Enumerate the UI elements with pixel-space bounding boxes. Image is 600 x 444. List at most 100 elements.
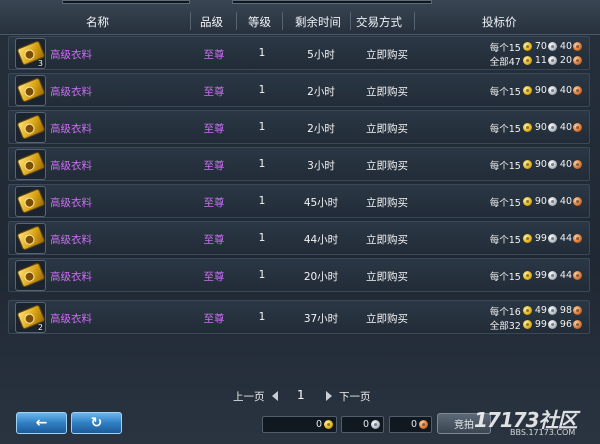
prev-page-link[interactable]: 上一页 — [233, 389, 265, 404]
top-tab-right[interactable] — [232, 0, 432, 4]
table-header: 名称 品级 等级 剩余时间 交易方式 投标价 — [0, 0, 600, 35]
item-time-left: 20小时 — [303, 271, 339, 283]
copper-input[interactable]: 0 — [389, 416, 432, 433]
item-level: 1 — [258, 195, 266, 207]
copper-coin-icon — [573, 271, 582, 280]
copper-coin-icon — [573, 160, 582, 169]
table-row[interactable]: 高级衣料 至尊 1 3小时 立即购买 每个15 90 40 — [8, 147, 590, 181]
price-per-unit: 每个15 90 40 — [490, 84, 585, 98]
silver-coin-icon — [547, 56, 557, 65]
table-row[interactable]: 高级衣料 至尊 1 20小时 立即购买 每个15 99 44 — [8, 258, 590, 292]
header-bid-price[interactable]: 投标价 — [482, 14, 517, 30]
header-divider — [350, 12, 351, 30]
gold-input[interactable]: 0 — [262, 416, 337, 433]
table-row[interactable]: 高级衣料 至尊 1 2小时 立即购买 每个15 90 40 — [8, 73, 590, 107]
arrow-right-icon[interactable] — [326, 391, 332, 401]
copper-coin-icon — [573, 42, 582, 51]
item-name: 高级衣料 — [50, 86, 92, 98]
table-row[interactable]: 3 高级衣料 至尊 1 5小时 立即购买 每个15 70 40 全部47 11 … — [8, 36, 590, 70]
copper-coin-icon — [573, 320, 582, 329]
item-slot[interactable] — [15, 223, 46, 254]
price-total: 全部47 11 20 — [490, 54, 585, 68]
table-row[interactable]: 2 高级衣料 至尊 1 37小时 立即购买 每个16 49 98 全部32 99… — [8, 300, 590, 334]
price-per-unit: 每个15 90 40 — [490, 158, 585, 172]
item-level: 1 — [258, 121, 266, 133]
top-tab-left[interactable] — [62, 0, 190, 4]
price-block: 每个15 90 40 — [445, 185, 585, 219]
item-trade-mode: 立即购买 — [366, 123, 408, 135]
item-level: 1 — [258, 232, 266, 244]
item-level: 1 — [258, 269, 266, 281]
pagination: 上一页 1 下一页 — [0, 388, 600, 405]
header-time-left[interactable]: 剩余时间 — [295, 14, 341, 30]
table-row[interactable]: 高级衣料 至尊 1 45小时 立即购买 每个15 90 40 — [8, 184, 590, 218]
refresh-icon: ↻ — [90, 415, 103, 431]
item-slot[interactable] — [15, 260, 46, 291]
item-level: 1 — [258, 158, 266, 170]
next-page-link[interactable]: 下一页 — [339, 389, 371, 404]
copper-coin-icon — [573, 306, 582, 315]
item-level: 1 — [258, 311, 266, 323]
copper-coin-icon — [573, 197, 582, 206]
price-block: 每个15 90 40 — [445, 111, 585, 145]
item-level: 1 — [258, 47, 266, 59]
silver-input[interactable]: 0 — [341, 416, 384, 433]
item-quality: 至尊 — [203, 313, 225, 325]
item-slot[interactable]: 3 — [15, 38, 46, 69]
price-per-unit: 每个16 49 98 — [490, 304, 585, 318]
item-trade-mode: 立即购买 — [366, 271, 408, 283]
copper-coin-icon — [573, 86, 582, 95]
auction-panel: 名称 品级 等级 剩余时间 交易方式 投标价 3 高级衣料 至尊 1 5小时 立… — [0, 0, 600, 444]
table-row[interactable]: 高级衣料 至尊 1 2小时 立即购买 每个15 90 40 — [8, 110, 590, 144]
silver-coin-icon — [547, 42, 557, 51]
gold-coin-icon — [522, 271, 532, 280]
header-level[interactable]: 等级 — [248, 14, 271, 30]
item-trade-mode: 立即购买 — [366, 86, 408, 98]
item-slot[interactable] — [15, 112, 46, 143]
item-name: 高级衣料 — [50, 160, 92, 172]
item-quality: 至尊 — [203, 197, 225, 209]
price-block: 每个15 99 44 — [445, 222, 585, 256]
item-time-left: 2小时 — [307, 123, 335, 135]
item-name: 高级衣料 — [50, 49, 92, 61]
back-button[interactable]: ← — [16, 412, 67, 434]
gold-coin-icon — [522, 56, 532, 65]
price-per-unit: 每个15 90 40 — [490, 121, 585, 135]
gold-coin-icon — [522, 306, 532, 315]
silver-coin-icon — [547, 123, 557, 132]
item-time-left: 44小时 — [303, 234, 339, 246]
item-trade-mode: 立即购买 — [366, 313, 408, 325]
header-divider — [236, 12, 237, 30]
page-number: 1 — [297, 388, 305, 402]
item-slot[interactable] — [15, 186, 46, 217]
item-time-left: 37小时 — [303, 313, 339, 325]
header-quality[interactable]: 品级 — [200, 14, 223, 30]
item-name: 高级衣料 — [50, 197, 92, 209]
item-name: 高级衣料 — [50, 234, 92, 246]
gold-coin-icon — [522, 320, 532, 329]
item-slot[interactable] — [15, 75, 46, 106]
gold-coin-icon — [522, 234, 532, 243]
refresh-button[interactable]: ↻ — [71, 412, 122, 434]
arrow-left-icon[interactable] — [272, 391, 278, 401]
item-level: 1 — [258, 84, 266, 96]
gold-coin-icon — [324, 420, 333, 429]
cloth-item-icon — [17, 189, 45, 213]
gold-coin-icon — [522, 86, 532, 95]
silver-coin-icon — [547, 234, 557, 243]
price-block: 每个15 99 44 — [445, 259, 585, 293]
item-slot[interactable] — [15, 149, 46, 180]
header-name[interactable]: 名称 — [86, 14, 109, 30]
price-per-unit: 每个15 90 40 — [490, 195, 585, 209]
item-quality: 至尊 — [203, 160, 225, 172]
cloth-item-icon — [17, 263, 45, 287]
item-time-left: 5小时 — [307, 49, 335, 61]
table-row[interactable]: 高级衣料 至尊 1 44小时 立即购买 每个15 99 44 — [8, 221, 590, 255]
gold-coin-icon — [522, 42, 532, 51]
header-trade-mode[interactable]: 交易方式 — [356, 14, 402, 30]
price-per-unit: 每个15 99 44 — [490, 232, 585, 246]
item-slot[interactable]: 2 — [15, 302, 46, 333]
cloth-item-icon — [17, 152, 45, 176]
price-per-unit: 每个15 70 40 — [490, 40, 585, 54]
copper-coin-icon — [573, 123, 582, 132]
